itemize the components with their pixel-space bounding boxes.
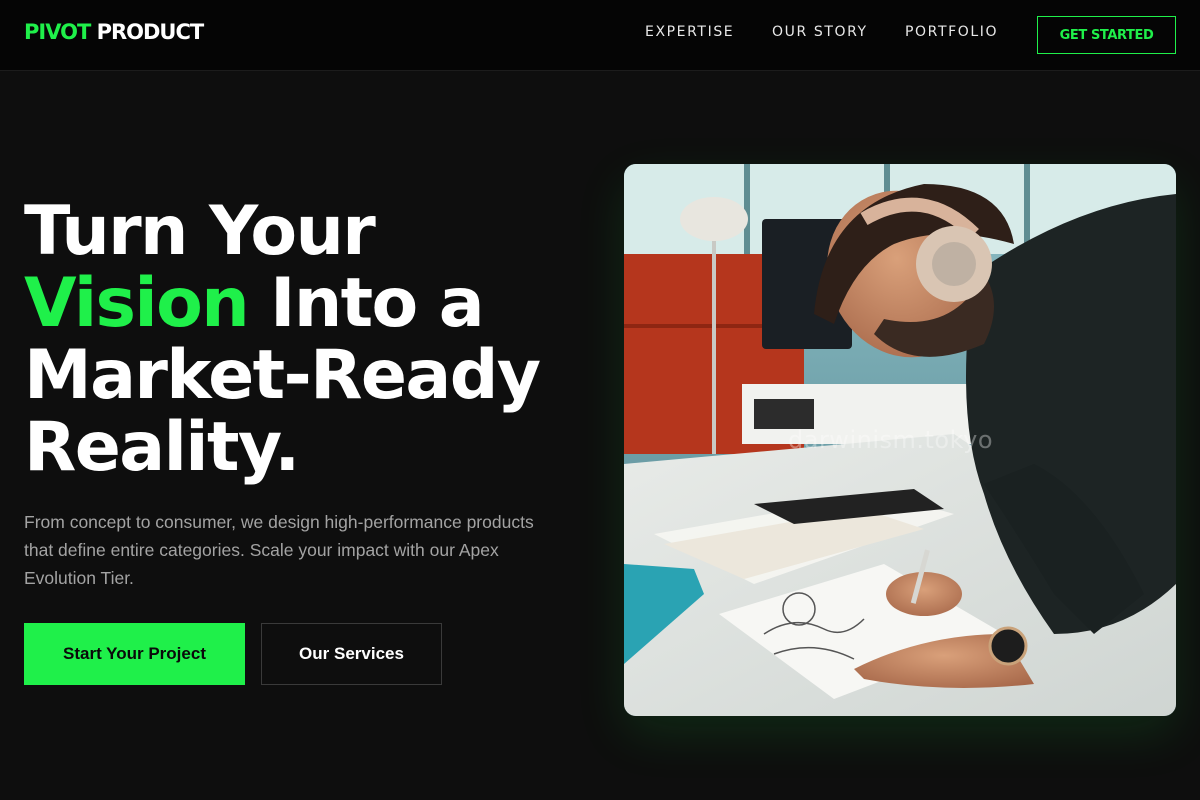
hero-headline: Turn Your Vision Into a Market-Ready Rea…	[24, 196, 604, 484]
image-watermark: darwinism.tokyo	[788, 426, 994, 454]
top-nav: PIVOT PRODUCT EXPERTISE OUR STORY PORTFO…	[0, 0, 1200, 71]
hero-subtext: From concept to consumer, we design high…	[24, 512, 534, 588]
headline-line-1: Turn Your	[24, 192, 376, 271]
nav-link-our-story[interactable]: OUR STORY	[772, 24, 868, 40]
headline-line-2-rest: Into a	[248, 264, 485, 343]
nav-link-portfolio[interactable]: PORTFOLIO	[905, 24, 998, 40]
get-started-button[interactable]: GET STARTED	[1037, 16, 1176, 54]
our-services-button[interactable]: Our Services	[261, 623, 442, 685]
logo-accent-word: PIVOT	[24, 20, 91, 44]
nav-link-expertise[interactable]: EXPERTISE	[645, 24, 734, 40]
brand-logo[interactable]: PIVOT PRODUCT	[24, 20, 205, 44]
headline-highlight: Vision	[24, 264, 250, 343]
start-project-button[interactable]: Start Your Project	[24, 623, 245, 685]
headline-line-3: Market-Ready	[24, 336, 541, 415]
headline-line-2: Vision Into a	[24, 268, 604, 340]
logo-rest-word: PRODUCT	[96, 20, 205, 44]
headline-line-4: Reality.	[24, 408, 300, 487]
hero-image: darwinism.tokyo	[624, 164, 1176, 716]
